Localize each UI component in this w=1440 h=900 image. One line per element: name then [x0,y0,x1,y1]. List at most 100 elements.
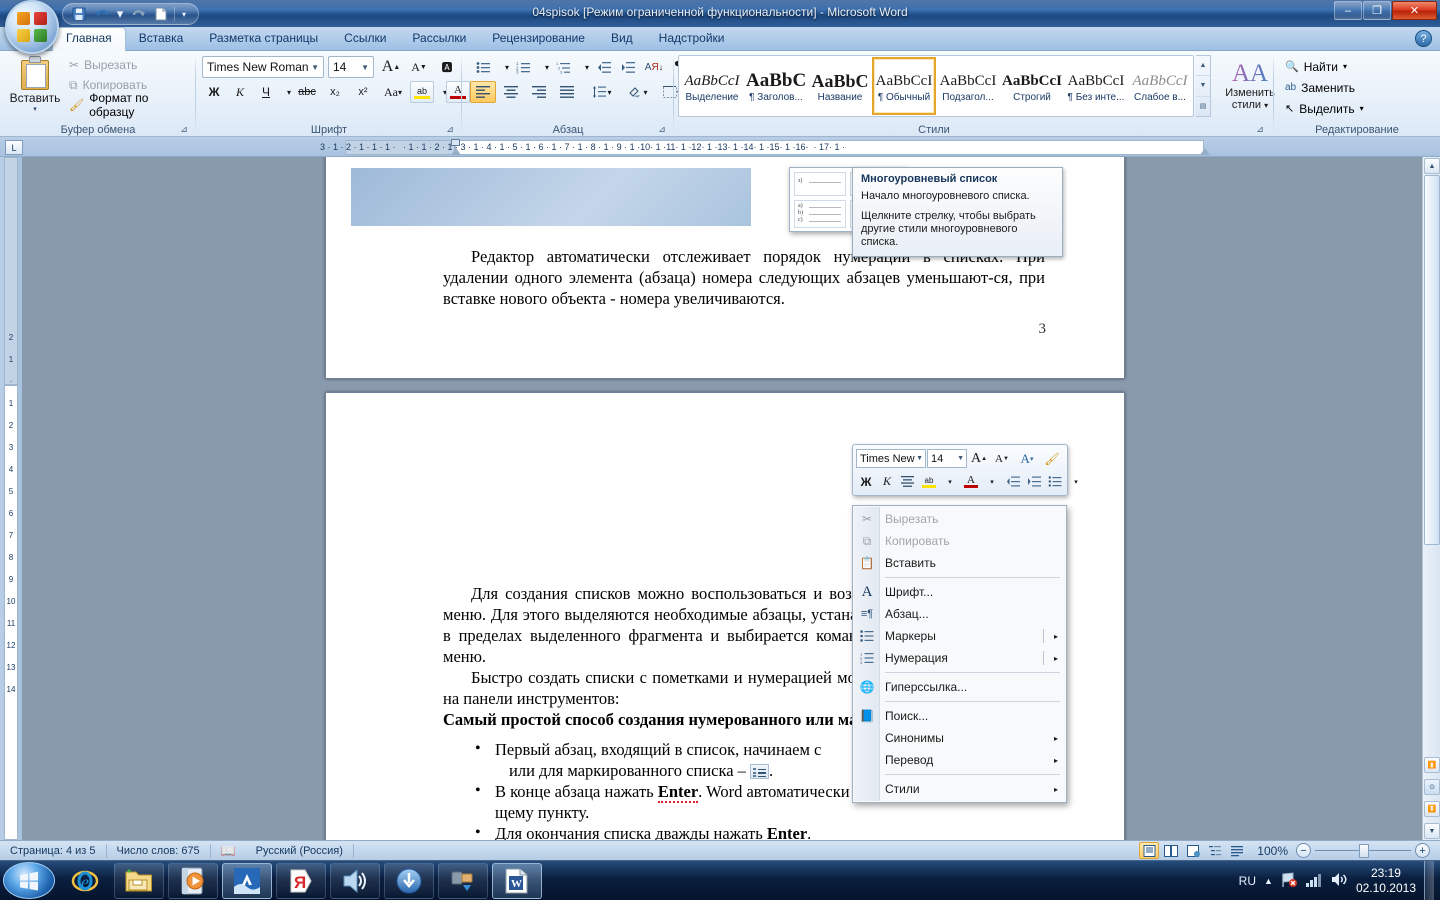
context-menu-item-paragraph[interactable]: ≡¶ Абзац... [853,603,1066,625]
taskbar-item-maxthon[interactable] [222,863,272,899]
draft-view-button[interactable] [1227,842,1247,859]
gallery-cell-1[interactable]: з) [794,172,846,196]
outline-view-button[interactable] [1205,842,1225,859]
chevron-down-icon[interactable]: ▼ [359,63,371,72]
tab-razmetka[interactable]: Разметка страницы [196,27,331,51]
context-menu-item-font[interactable]: A Шрифт... [853,581,1066,603]
align-left-button[interactable] [470,81,496,103]
start-button[interactable] [3,862,55,899]
highlight-button[interactable]: ab [410,81,434,103]
taskbar-item-download-manager[interactable] [384,863,434,899]
context-menu[interactable]: ✂ Вырезать ⧉ Копировать 📋 Вставить A Шри… [852,505,1067,803]
context-menu-item-translate[interactable]: Перевод ▸ [853,749,1066,771]
save-icon[interactable] [69,5,89,24]
bold-button[interactable]: Ж [202,81,226,103]
style-item-slaboe-vydelenie[interactable]: AaBbCcI Слабое в... [1128,57,1192,115]
line-spacing-button[interactable]: ▾ [586,81,618,103]
style-item-obychnyy[interactable]: AaBbCcI ¶ Обычный [872,57,936,115]
style-item-podzagolovok[interactable]: AaBbCcI Подзагол... [936,57,1000,115]
tab-vstavka[interactable]: Вставка [126,27,197,51]
mini-decrease-indent-button[interactable] [1003,472,1023,492]
mini-bullets-button[interactable] [1045,472,1065,492]
grow-font-button[interactable]: A ▲ [378,56,404,78]
horizontal-ruler[interactable]: 3 · 1 · 2 · 1 · 1 · 1 · · 1 · 1 · 2 · 1 … [0,137,1440,157]
zoom-level[interactable]: 100% [1253,841,1296,861]
mini-toolbar[interactable]: Times New ▼ 14 ▼ A ▲ A ▼ A ▾ 🖌 Ж К ab ▾ … [852,444,1078,496]
style-item-zagolovok[interactable]: AaBbC ¶ Заголов... [744,57,808,115]
zoom-slider[interactable]: − + [1296,841,1430,861]
customize-qat-arrow[interactable]: ▾ [178,5,190,24]
taskbar-item-internet-explorer[interactable]: e [60,863,110,899]
first-line-indent-marker[interactable] [451,139,460,146]
previous-page-icon[interactable]: ⏫ [1424,757,1440,773]
style-item-strogiy[interactable]: AaBbCcI Строгий [1000,57,1064,115]
mini-italic-button[interactable]: К [877,472,897,492]
bullets-button[interactable] [470,56,496,78]
undo-icon[interactable] [92,5,112,24]
mini-bold-button[interactable]: Ж [856,472,876,492]
taskbar-item-microsoft-word[interactable]: W [492,863,542,899]
change-styles-button[interactable]: AA Изменить стили ▾ [1219,55,1281,117]
gallery-more-icon[interactable]: ▤ [1196,97,1210,116]
font-name-combo[interactable]: Times New Roman ▼ [202,56,324,78]
italic-button[interactable]: К [228,81,252,103]
new-doc-icon[interactable] [151,5,171,24]
web-layout-view-button[interactable] [1183,842,1203,859]
chevron-down-icon[interactable]: ▼ [957,455,964,462]
mini-increase-indent-button[interactable] [1024,472,1044,492]
format-painter-button[interactable]: 🖌 Формат по образцу [66,91,188,119]
language-indicator[interactable]: Русский (Россия) [246,841,353,861]
shading-button[interactable]: ▾ [622,81,654,103]
taskbar-clock[interactable]: 23:19 02.10.2013 [1356,866,1416,896]
tab-vid[interactable]: Вид [598,27,646,51]
styles-dialog-launcher[interactable]: ⊿ [1254,123,1266,135]
tab-glavnaya[interactable]: Главная [52,27,126,51]
gallery-scroll-up-icon[interactable]: ▲ [1196,56,1210,77]
scroll-down-icon[interactable]: ▼ [1424,823,1440,839]
context-menu-item-bullets[interactable]: Маркеры ▸ [853,625,1066,647]
document-vertical-scrollbar[interactable]: ▲ ⏫ ⊙ ⏬ ▼ [1422,157,1440,840]
taskbar-item-media-player[interactable] [168,863,218,899]
word-count-indicator[interactable]: Число слов: 675 [107,841,210,861]
mini-highlight-arrow[interactable]: ▾ [940,472,960,492]
context-menu-item-paste[interactable]: 📋 Вставить [853,552,1066,574]
context-menu-item-copy[interactable]: ⧉ Копировать [853,530,1066,552]
next-page-icon[interactable]: ⏬ [1424,801,1440,817]
show-hidden-icons-button[interactable]: ▲ [1264,876,1273,886]
right-indent-marker[interactable] [1200,148,1210,155]
font-size-combo[interactable]: 14 ▼ [328,56,374,78]
full-screen-reading-view-button[interactable] [1161,842,1181,859]
redo-icon[interactable] [128,5,148,24]
volume-icon[interactable] [1331,872,1348,890]
list-item-3[interactable]: Для окончания списка дважды нажать Enter… [443,822,1045,840]
close-button[interactable]: ✕ [1392,1,1437,20]
tab-recenzirovanie[interactable]: Рецензирование [479,27,598,51]
proofing-status[interactable]: 📖 [211,841,246,861]
taskbar-item-windows-explorer[interactable] [114,863,164,899]
minimize-button[interactable]: – [1334,1,1362,20]
mini-font-color-arrow[interactable]: ▾ [982,472,1002,492]
mini-format-painter-button[interactable]: 🖌 [1041,449,1063,469]
select-browse-object-icon[interactable]: ⊙ [1424,779,1440,795]
undo-dropdown-arrow[interactable]: ▾ [115,5,125,24]
document-canvas[interactable]: Редактор автоматически отслеживает поряд… [22,157,1422,840]
decrease-indent-button[interactable] [592,56,616,78]
print-layout-view-button[interactable] [1139,842,1160,859]
style-item-nazvanie[interactable]: AaBbC Название [808,57,872,115]
help-icon[interactable]: ? [1415,30,1432,47]
chevron-down-icon[interactable]: ▾ [1360,104,1364,113]
clipboard-dialog-launcher[interactable]: ⊿ [178,123,190,135]
multilevel-list-button[interactable]: 123 [550,56,576,78]
increase-indent-button[interactable] [616,56,640,78]
style-item-bez-intervala[interactable]: AaBbCcI ¶ Без инте... [1064,57,1128,115]
superscript-button[interactable]: x² [350,81,376,103]
context-menu-item-thesaurus[interactable]: Синонимы ▸ [853,727,1066,749]
justify-button[interactable] [554,81,580,103]
replace-button[interactable]: ab Заменить [1282,77,1367,98]
mini-font-size-combo[interactable]: 14 ▼ [927,449,967,468]
sort-button[interactable]: A Я ↓ [642,56,666,78]
taskbar-item-volume-app[interactable] [330,863,380,899]
chevron-down-icon[interactable]: ▾ [1343,62,1347,71]
paragraph-dialog-launcher[interactable]: ⊿ [656,123,668,135]
office-button[interactable] [5,0,59,54]
